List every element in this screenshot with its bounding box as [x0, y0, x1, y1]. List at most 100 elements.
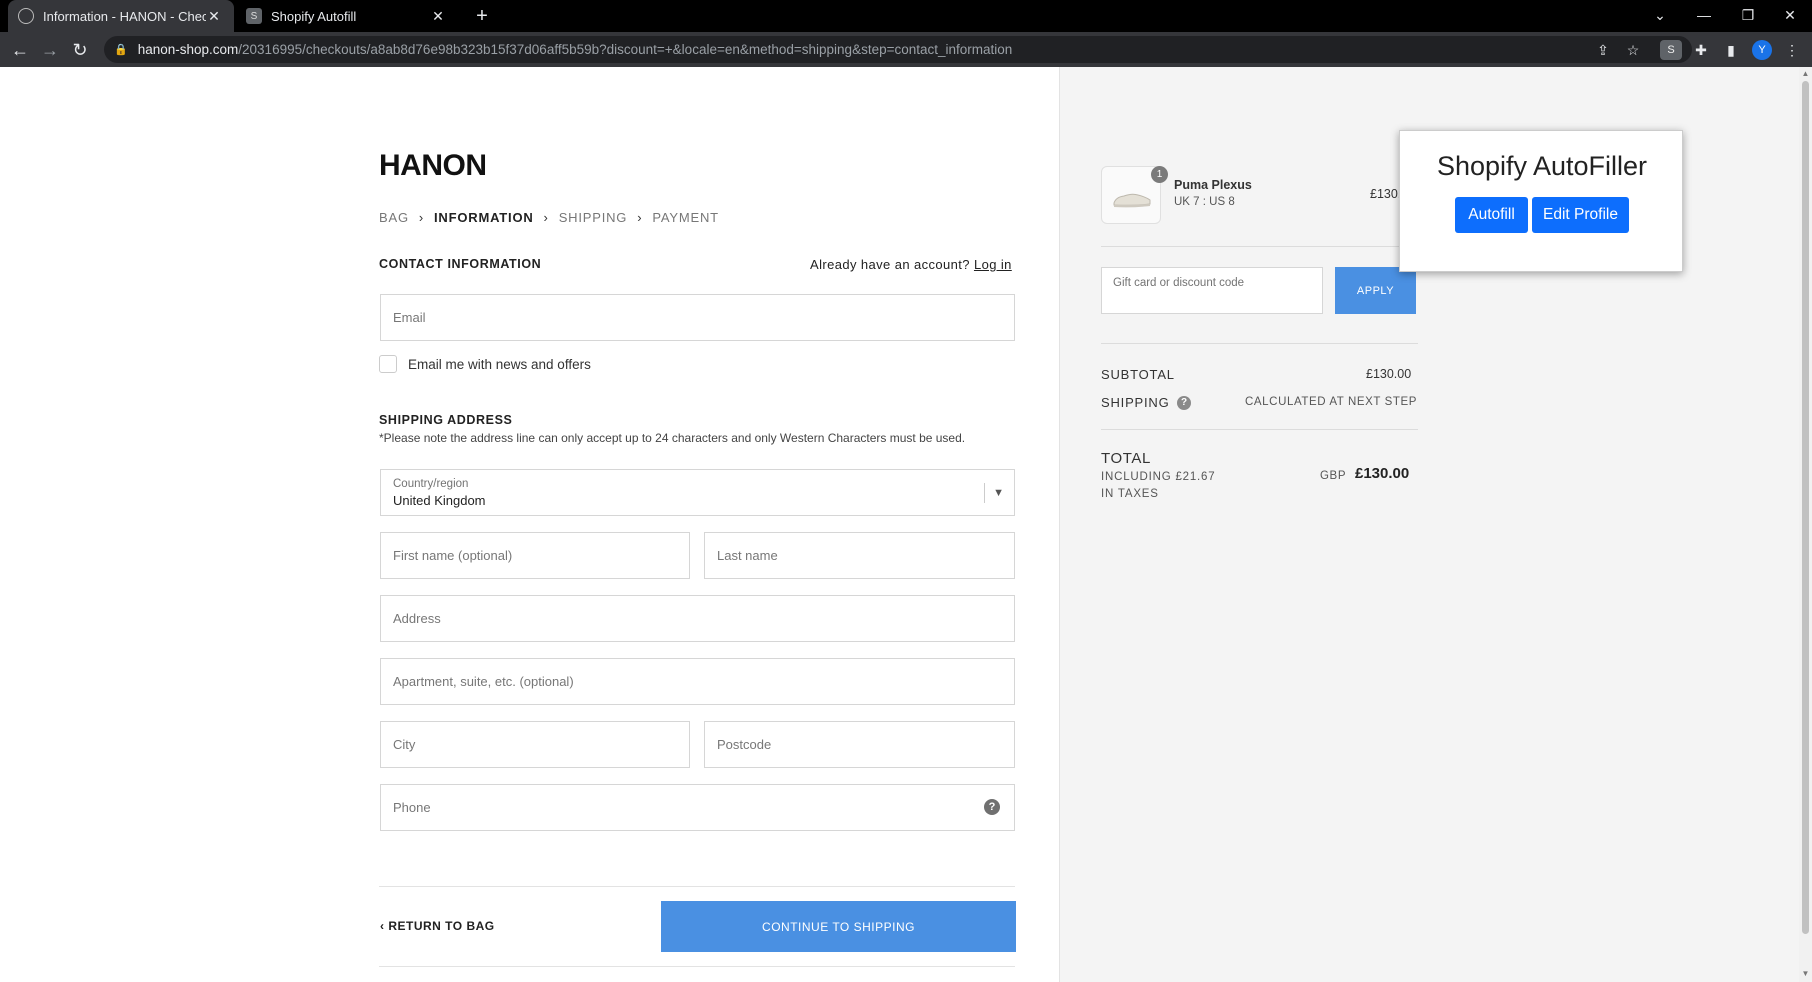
popup-title: Shopify AutoFiller	[1436, 151, 1648, 181]
summary-divider	[1101, 343, 1418, 344]
continue-to-shipping-button[interactable]: CONTINUE TO SHIPPING	[661, 901, 1016, 952]
lock-icon: 🔒	[114, 44, 128, 56]
chevron-right-icon: ›	[418, 210, 424, 225]
product-name: Puma Plexus	[1174, 178, 1252, 192]
close-window-icon[interactable]: ✕	[1768, 0, 1812, 32]
tab-search-icon[interactable]: ⌄	[1638, 0, 1682, 32]
restore-icon[interactable]: ❐	[1726, 0, 1770, 32]
phone-input[interactable]: Phone ?	[380, 784, 1015, 831]
country-value: United Kingdom	[393, 492, 486, 508]
country-select[interactable]: Country/region United Kingdom ▼	[380, 469, 1015, 516]
apply-discount-button[interactable]: APPLY	[1335, 267, 1416, 314]
currency-code: GBP	[1320, 470, 1347, 482]
footer-divider	[379, 966, 1015, 967]
tab-hanon-checkout[interactable]: Information - HANON - Checkou ✕	[8, 0, 234, 32]
edit-profile-button[interactable]: Edit Profile	[1532, 197, 1629, 233]
breadcrumb-payment: PAYMENT	[652, 210, 719, 225]
last-name-input[interactable]: Last name	[704, 532, 1015, 579]
discount-code-input[interactable]: Gift card or discount code	[1101, 267, 1323, 314]
minimize-icon[interactable]: —	[1682, 0, 1726, 32]
url-path: /20316995/checkouts/a8ab8d76e98b323b15f3…	[238, 42, 1013, 57]
shipping-label: SHIPPING	[1101, 395, 1170, 410]
breadcrumb-bag[interactable]: BAG	[379, 210, 409, 225]
profile-avatar[interactable]: Y	[1752, 40, 1772, 60]
extension-shopify-autofill-icon[interactable]: S	[1660, 40, 1682, 60]
breadcrumb-information: INFORMATION	[434, 210, 534, 225]
tax-note: INCLUDING £21.67 IN TAXES	[1101, 471, 1216, 500]
globe-icon	[18, 8, 34, 24]
shipping-heading: SHIPPING ADDRESS	[379, 413, 513, 427]
email-placeholder: Email	[393, 310, 426, 325]
discount-placeholder: Gift card or discount code	[1113, 277, 1245, 289]
postcode-input[interactable]: Postcode	[704, 721, 1015, 768]
autofill-extension-popup: Shopify AutoFiller Autofill Edit Profile	[1399, 130, 1683, 272]
address-input[interactable]: Address	[380, 595, 1015, 642]
last-name-placeholder: Last name	[717, 548, 778, 563]
breadcrumb: BAG › INFORMATION › SHIPPING › PAYMENT	[379, 210, 719, 225]
chevron-down-icon: ▼	[984, 483, 1004, 503]
help-question-icon[interactable]: ?	[1177, 396, 1191, 410]
address-note: *Please note the address line can only a…	[379, 431, 966, 445]
url-host: hanon-shop.com	[137, 42, 239, 57]
page-scrollbar[interactable]: ▲ ▼	[1799, 67, 1812, 982]
close-tab-icon[interactable]: ✕	[206, 8, 222, 25]
chevron-left-icon: ‹	[380, 919, 385, 933]
tab-title: Information - HANON - Checkou	[43, 8, 206, 24]
scroll-up-icon[interactable]: ▲	[1799, 69, 1812, 78]
account-prompt-text: Already have an account?	[810, 257, 970, 272]
browser-toolbar: ← → ↻ 🔒 hanon-shop.com/20316995/checkout…	[0, 32, 1812, 67]
city-placeholder: City	[393, 737, 416, 752]
autofill-button[interactable]: Autofill	[1455, 197, 1528, 233]
menu-kebab-icon[interactable]: ⋮	[1782, 40, 1802, 60]
checkout-page: HANON BAG › INFORMATION › SHIPPING › PAY…	[0, 67, 1812, 982]
new-tab-icon[interactable]: +	[470, 4, 494, 28]
first-name-placeholder: First name (optional)	[393, 548, 513, 563]
login-link[interactable]: Log in	[974, 257, 1012, 272]
summary-divider	[1101, 246, 1418, 247]
total-label: TOTAL	[1101, 450, 1151, 467]
share-icon[interactable]: ⇪	[1593, 40, 1613, 60]
subtotal-value: £130.00	[1366, 367, 1412, 381]
extensions-puzzle-icon[interactable]: ✚	[1691, 40, 1711, 60]
scrollbar-thumb[interactable]	[1802, 81, 1809, 934]
phone-placeholder: Phone	[393, 800, 431, 815]
tab-title: Shopify Autofill	[271, 8, 357, 24]
newsletter-option[interactable]: Email me with news and offers	[379, 355, 591, 373]
address-bar[interactable]: 🔒 hanon-shop.com/20316995/checkouts/a8ab…	[104, 36, 1692, 63]
footer-divider	[379, 886, 1015, 887]
store-logo[interactable]: HANON	[379, 149, 487, 183]
apartment-input[interactable]: Apartment, suite, etc. (optional)	[380, 658, 1015, 705]
contact-heading: CONTACT INFORMATION	[379, 257, 542, 271]
tab-favicon: S	[246, 8, 262, 24]
chevron-right-icon: ›	[543, 210, 549, 225]
help-question-icon[interactable]: ?	[984, 799, 1000, 815]
city-input[interactable]: City	[380, 721, 690, 768]
country-label: Country/region	[393, 477, 469, 490]
product-variant: UK 7 : US 8	[1174, 196, 1235, 208]
newsletter-label: Email me with news and offers	[408, 356, 591, 372]
address-placeholder: Address	[393, 611, 441, 626]
close-tab-icon[interactable]: ✕	[430, 8, 446, 25]
chevron-right-icon: ›	[637, 210, 643, 225]
back-icon[interactable]: ←	[7, 37, 33, 63]
total-value: £130.00	[1355, 465, 1410, 482]
account-prompt: Already have an account? Log in	[810, 257, 1012, 272]
product-price: £130.	[1370, 187, 1402, 201]
first-name-input[interactable]: First name (optional)	[380, 532, 690, 579]
forward-icon[interactable]: →	[37, 37, 63, 63]
reload-icon[interactable]: ↻	[67, 37, 93, 63]
side-panel-icon[interactable]: ▮	[1721, 40, 1741, 60]
bookmark-star-icon[interactable]: ☆	[1623, 40, 1643, 60]
scroll-down-icon[interactable]: ▼	[1799, 969, 1812, 978]
tab-shopify-autofill[interactable]: S Shopify Autofill ✕	[236, 0, 458, 32]
newsletter-checkbox[interactable]	[379, 355, 397, 373]
apartment-placeholder: Apartment, suite, etc. (optional)	[393, 674, 574, 689]
breadcrumb-shipping: SHIPPING	[558, 210, 628, 225]
browser-tab-bar: Information - HANON - Checkou ✕ S Shopif…	[0, 0, 1812, 32]
email-input[interactable]: Email	[380, 294, 1015, 341]
shipping-value: CALCULATED AT NEXT STEP	[1245, 396, 1418, 408]
return-label: RETURN TO BAG	[388, 919, 495, 933]
return-to-bag-link[interactable]: ‹ RETURN TO BAG	[380, 919, 495, 933]
summary-divider	[1101, 429, 1418, 430]
subtotal-label: SUBTOTAL	[1101, 367, 1175, 382]
